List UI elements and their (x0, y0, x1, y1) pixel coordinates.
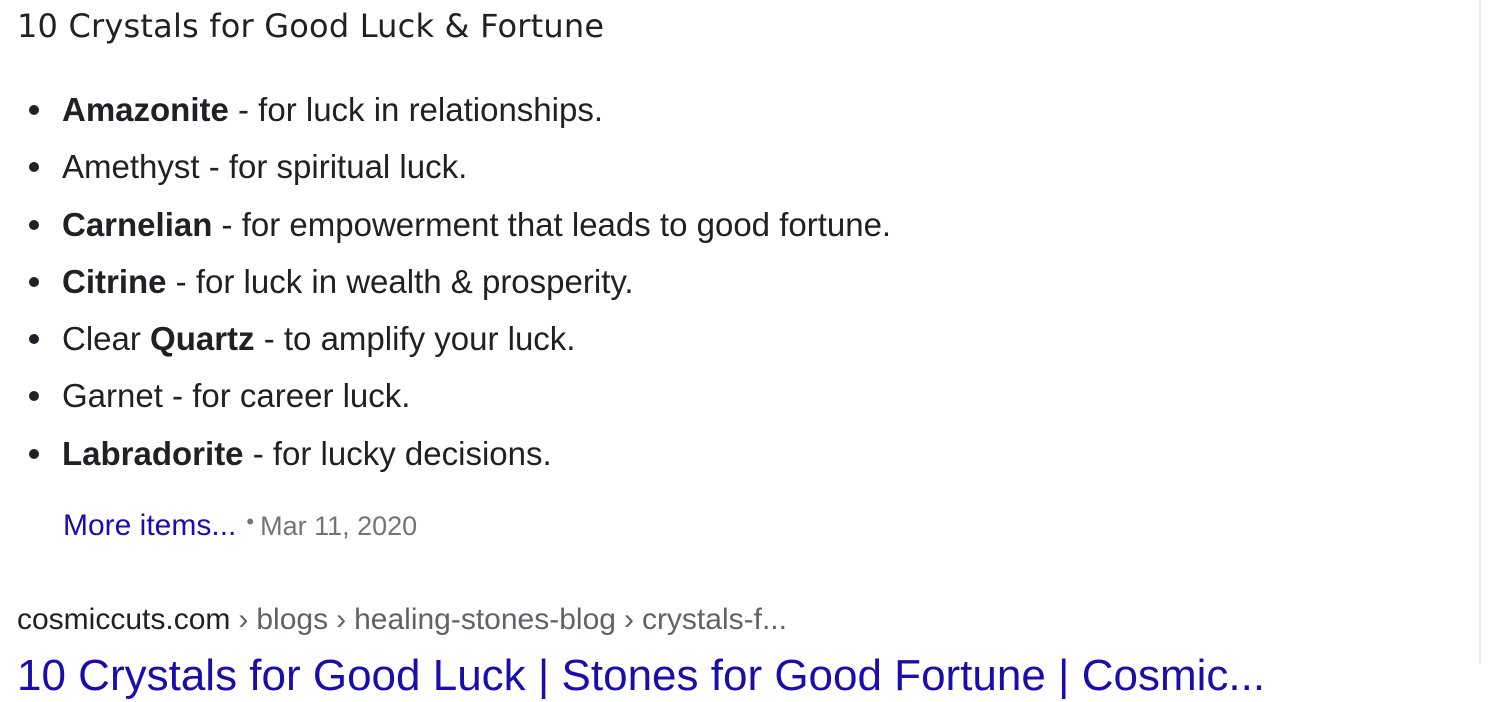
item-text-post: - to amplify your luck. (254, 320, 576, 358)
breadcrumb-part: crystals-f... (641, 603, 787, 636)
list-item: Garnet - for career luck. (28, 370, 891, 427)
bullet-icon (29, 334, 39, 345)
bullet-icon (29, 448, 39, 459)
breadcrumb-part: healing-stones-blog (354, 603, 616, 636)
list-item: Labradorite - for lucky decisions. (28, 428, 891, 485)
item-text-post: - for luck in wealth & prosperity. (166, 262, 634, 300)
item-text-bold: Citrine (62, 262, 167, 300)
breadcrumb-separator: › (623, 603, 634, 636)
breadcrumb-separator: › (238, 603, 249, 636)
item-text-post: - for lucky decisions. (243, 434, 552, 472)
item-text-pre: Amethyst - for spiritual luck. (62, 148, 468, 186)
result-title-link[interactable]: 10 Crystals for Good Luck | Stones for G… (17, 650, 1265, 702)
item-text-bold: Carnelian (62, 205, 213, 243)
list-item: Citrine - for luck in wealth & prosperit… (28, 256, 891, 313)
list-item: Carnelian - for empowerment that leads t… (28, 199, 891, 256)
page-right-border (1479, 0, 1481, 664)
item-text-pre: Clear (62, 320, 151, 358)
more-items-link[interactable]: More items... (63, 509, 236, 542)
crystal-list: Amazonite - for luck in relationships. A… (28, 84, 891, 485)
breadcrumb-domain: cosmiccuts.com (17, 603, 231, 636)
separator-dot: • (246, 509, 255, 534)
list-item: Amazonite - for luck in relationships. (28, 84, 891, 141)
breadcrumb-part: blogs (256, 603, 329, 636)
snippet-meta-row: More items... • Mar 11, 2020 (63, 502, 417, 555)
result-breadcrumb[interactable]: cosmiccuts.com › blogs › healing-stones-blog… (17, 598, 787, 642)
bullet-icon (29, 391, 39, 402)
snippet-date: Mar 11, 2020 (260, 511, 418, 541)
bullet-icon (29, 219, 39, 230)
item-text-post: - for luck in relationships. (228, 91, 604, 128)
bullet-icon (29, 162, 39, 173)
item-text-bold: Labradorite (62, 434, 244, 472)
list-item: Clear Quartz - to amplify your luck. (28, 313, 891, 370)
list-item: Amethyst - for spiritual luck. (28, 141, 891, 198)
bullet-icon (29, 105, 39, 115)
item-text-pre: Garnet - for career luck. (62, 377, 411, 415)
item-text-bold: Quartz (150, 320, 255, 358)
item-text-bold: Amazonite (62, 91, 229, 128)
snippet-title: 10 Crystals for Good Luck & Fortune (17, 7, 605, 45)
bullet-icon (29, 276, 39, 287)
breadcrumb-separator: › (336, 603, 347, 636)
item-text-post: - for empowerment that leads to good for… (212, 205, 892, 243)
